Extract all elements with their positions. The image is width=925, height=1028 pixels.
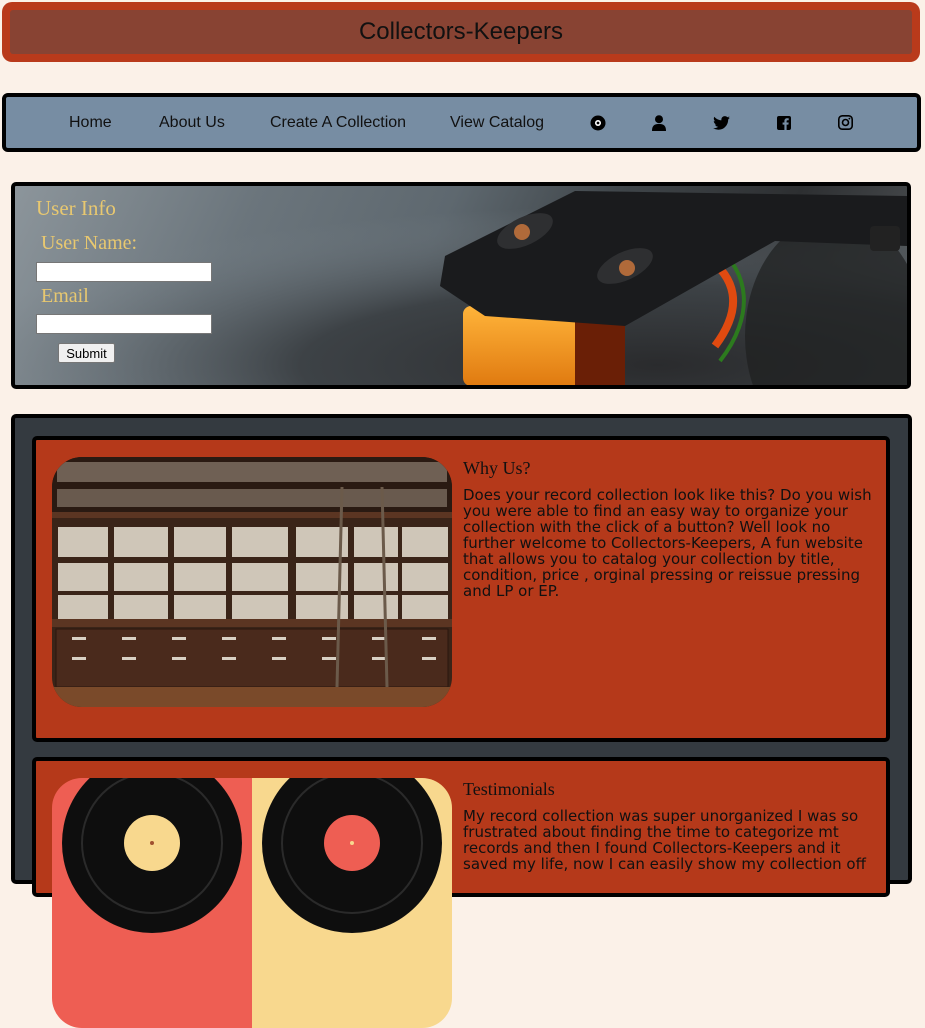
testimonials-card: Testimonials My record collection was su… [32, 757, 890, 1028]
nav-create-collection[interactable]: Create A Collection [270, 97, 406, 148]
turntable-cartridge-image [15, 186, 907, 385]
content-section: Why Us? Does your record collection look… [11, 414, 912, 1028]
testimonials-text: My record collection was super unorganiz… [463, 807, 866, 873]
username-input[interactable] [36, 262, 212, 282]
vinyl-records-image [52, 778, 452, 1028]
site-header: Collectors-Keepers [2, 2, 920, 62]
main-nav: Home About Us Create A Collection View C… [2, 93, 921, 152]
submit-button[interactable]: Submit [58, 343, 115, 363]
why-us-text: Does your record collection look like th… [463, 486, 872, 600]
user-icon[interactable] [649, 97, 669, 148]
user-info-panel: User Info User Name: Email Submit [11, 182, 911, 389]
instagram-icon[interactable] [835, 97, 855, 148]
user-info-title: User Info [36, 196, 116, 220]
testimonials-title: Testimonials [463, 779, 555, 799]
record-shelves-image [52, 457, 452, 707]
facebook-icon[interactable] [774, 97, 794, 148]
nav-about-us[interactable]: About Us [159, 97, 225, 148]
site-header-inner: Collectors-Keepers [10, 10, 912, 54]
nav-view-catalog[interactable]: View Catalog [450, 97, 544, 148]
site-title: Collectors-Keepers [358, 18, 564, 45]
why-us-card: Why Us? Does your record collection look… [32, 436, 890, 742]
why-us-title: Why Us? [463, 458, 531, 478]
twitter-icon[interactable] [711, 97, 731, 148]
disc-icon[interactable] [588, 97, 608, 148]
email-label: Email [41, 285, 89, 307]
nav-home[interactable]: Home [69, 97, 112, 148]
email-input[interactable] [36, 314, 212, 334]
username-label: User Name: [41, 232, 138, 254]
